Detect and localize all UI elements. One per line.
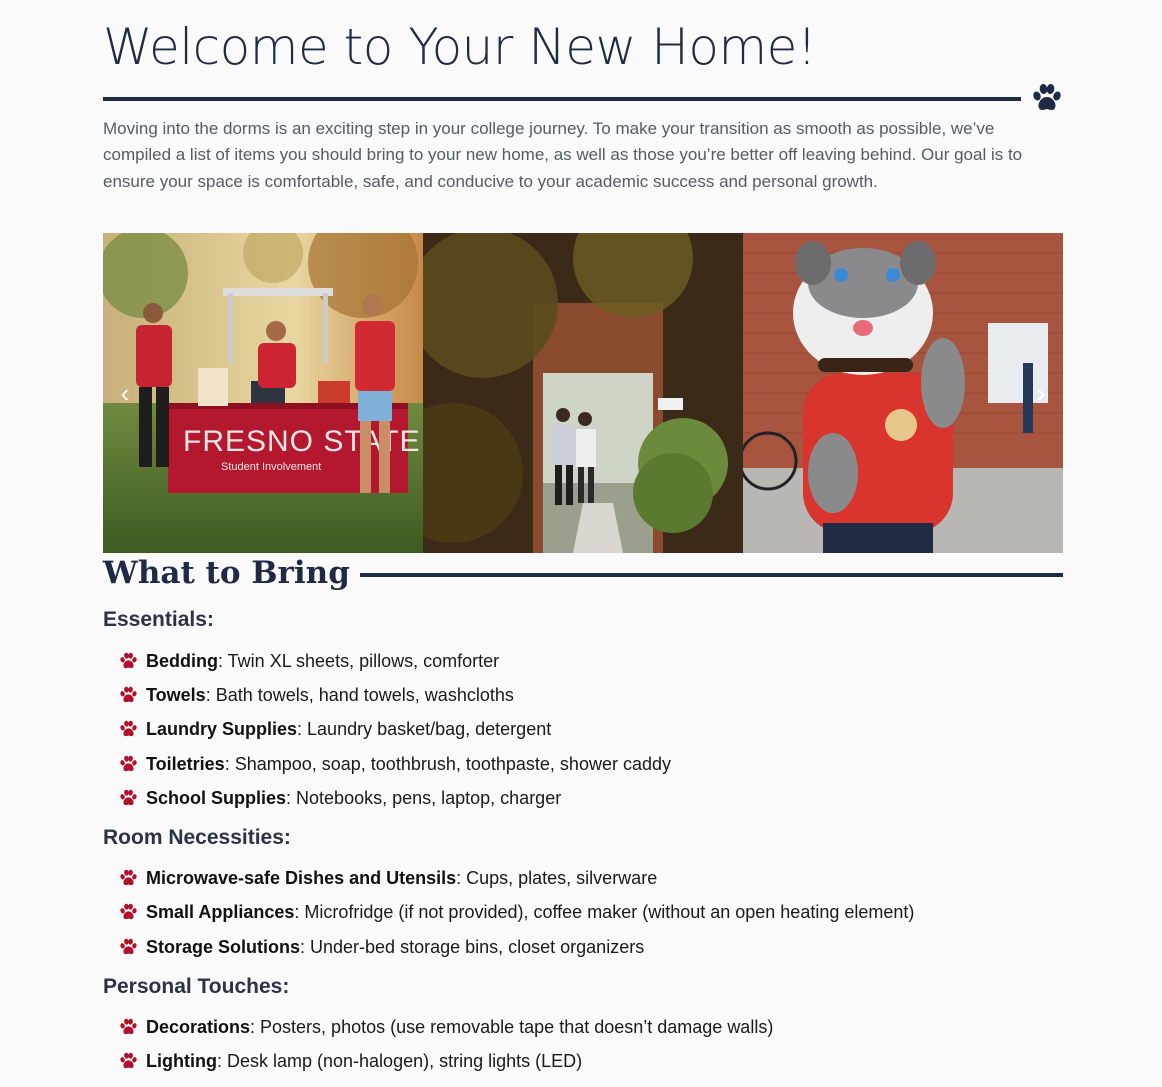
list-item: School Supplies: Notebooks, pens, laptop… — [119, 786, 561, 810]
paw-icon — [119, 686, 138, 704]
chevron-left-icon[interactable]: ‹ — [111, 379, 139, 407]
item-text: : Cups, plates, silverware — [456, 867, 658, 888]
list-item: Towels: Bath towels, hand towels, washcl… — [119, 683, 514, 707]
chevron-right-icon[interactable]: › — [1027, 379, 1055, 407]
carousel-slide-tabling: FRESNO STATE Student Involvement — [103, 233, 423, 553]
item-label: Bedding — [146, 650, 218, 671]
item-text: : Laundry basket/bag, detergent — [297, 718, 552, 739]
title-divider — [103, 97, 1021, 101]
list-item: Bedding: Twin XL sheets, pillows, comfor… — [119, 649, 499, 673]
paw-icon — [119, 938, 138, 956]
list-item: Microwave-safe Dishes and Utensils: Cups… — [119, 866, 657, 890]
list-item: Toiletries: Shampoo, soap, toothbrush, t… — [119, 752, 671, 776]
item-label: Small Appliances — [146, 901, 295, 922]
subheading-room-necessities: Room Necessities: — [103, 826, 291, 849]
item-label: School Supplies — [146, 787, 287, 808]
subheading-essentials: Essentials: — [103, 608, 214, 631]
section-divider — [359, 573, 1063, 577]
item-text: : Under-bed storage bins, closet organiz… — [300, 936, 645, 957]
item-text: : Notebooks, pens, laptop, charger — [286, 787, 562, 808]
paw-icon — [119, 1018, 138, 1036]
carousel-slide-mascot — [743, 233, 1063, 553]
intro-paragraph: Moving into the dorms is an exciting ste… — [103, 119, 1023, 191]
list-item: Decorations: Posters, photos (use remova… — [119, 1015, 773, 1039]
list-item: Lighting: Desk lamp (non-halogen), strin… — [119, 1049, 582, 1073]
subheading-personal-touches: Personal Touches: — [103, 975, 290, 998]
paw-icon — [1031, 83, 1063, 113]
item-label: Microwave-safe Dishes and Utensils — [146, 867, 457, 888]
paw-icon — [119, 869, 138, 887]
item-label: Lighting — [146, 1050, 217, 1071]
paw-icon — [119, 1052, 138, 1070]
item-label: Towels — [146, 684, 206, 705]
section-title: What to Bring — [103, 555, 350, 591]
paw-icon — [119, 755, 138, 773]
section-header: What to Bring — [103, 555, 1063, 591]
banner-subtext: Student Involvement — [221, 461, 321, 473]
paw-icon — [119, 789, 138, 807]
item-label: Storage Solutions — [146, 936, 301, 957]
list-item: Small Appliances: Microfridge (if not pr… — [119, 900, 914, 924]
paw-icon — [119, 652, 138, 670]
paw-icon — [119, 720, 138, 738]
list-item: Laundry Supplies: Laundry basket/bag, de… — [119, 717, 551, 741]
item-label: Toiletries — [146, 753, 225, 774]
paw-icon — [119, 903, 138, 921]
photo-carousel: FRESNO STATE Student Involvement ‹ › — [103, 233, 1063, 553]
item-text: : Desk lamp (non-halogen), string lights… — [216, 1050, 583, 1071]
item-text: : Bath towels, hand towels, washcloths — [205, 684, 514, 705]
list-item: Storage Solutions: Under-bed storage bin… — [119, 935, 644, 959]
item-text: : Microfridge (if not provided), coffee … — [294, 901, 915, 922]
item-text: : Twin XL sheets, pillows, comforter — [218, 650, 500, 671]
page-title: Welcome to Your New Home! — [103, 18, 817, 76]
item-label: Laundry Supplies — [146, 718, 298, 739]
item-label: Decorations — [146, 1016, 251, 1037]
carousel-slide-walkway — [423, 233, 743, 553]
item-text: : Shampoo, soap, toothbrush, toothpaste,… — [224, 753, 671, 774]
item-text: : Posters, photos (use removable tape th… — [250, 1016, 774, 1037]
